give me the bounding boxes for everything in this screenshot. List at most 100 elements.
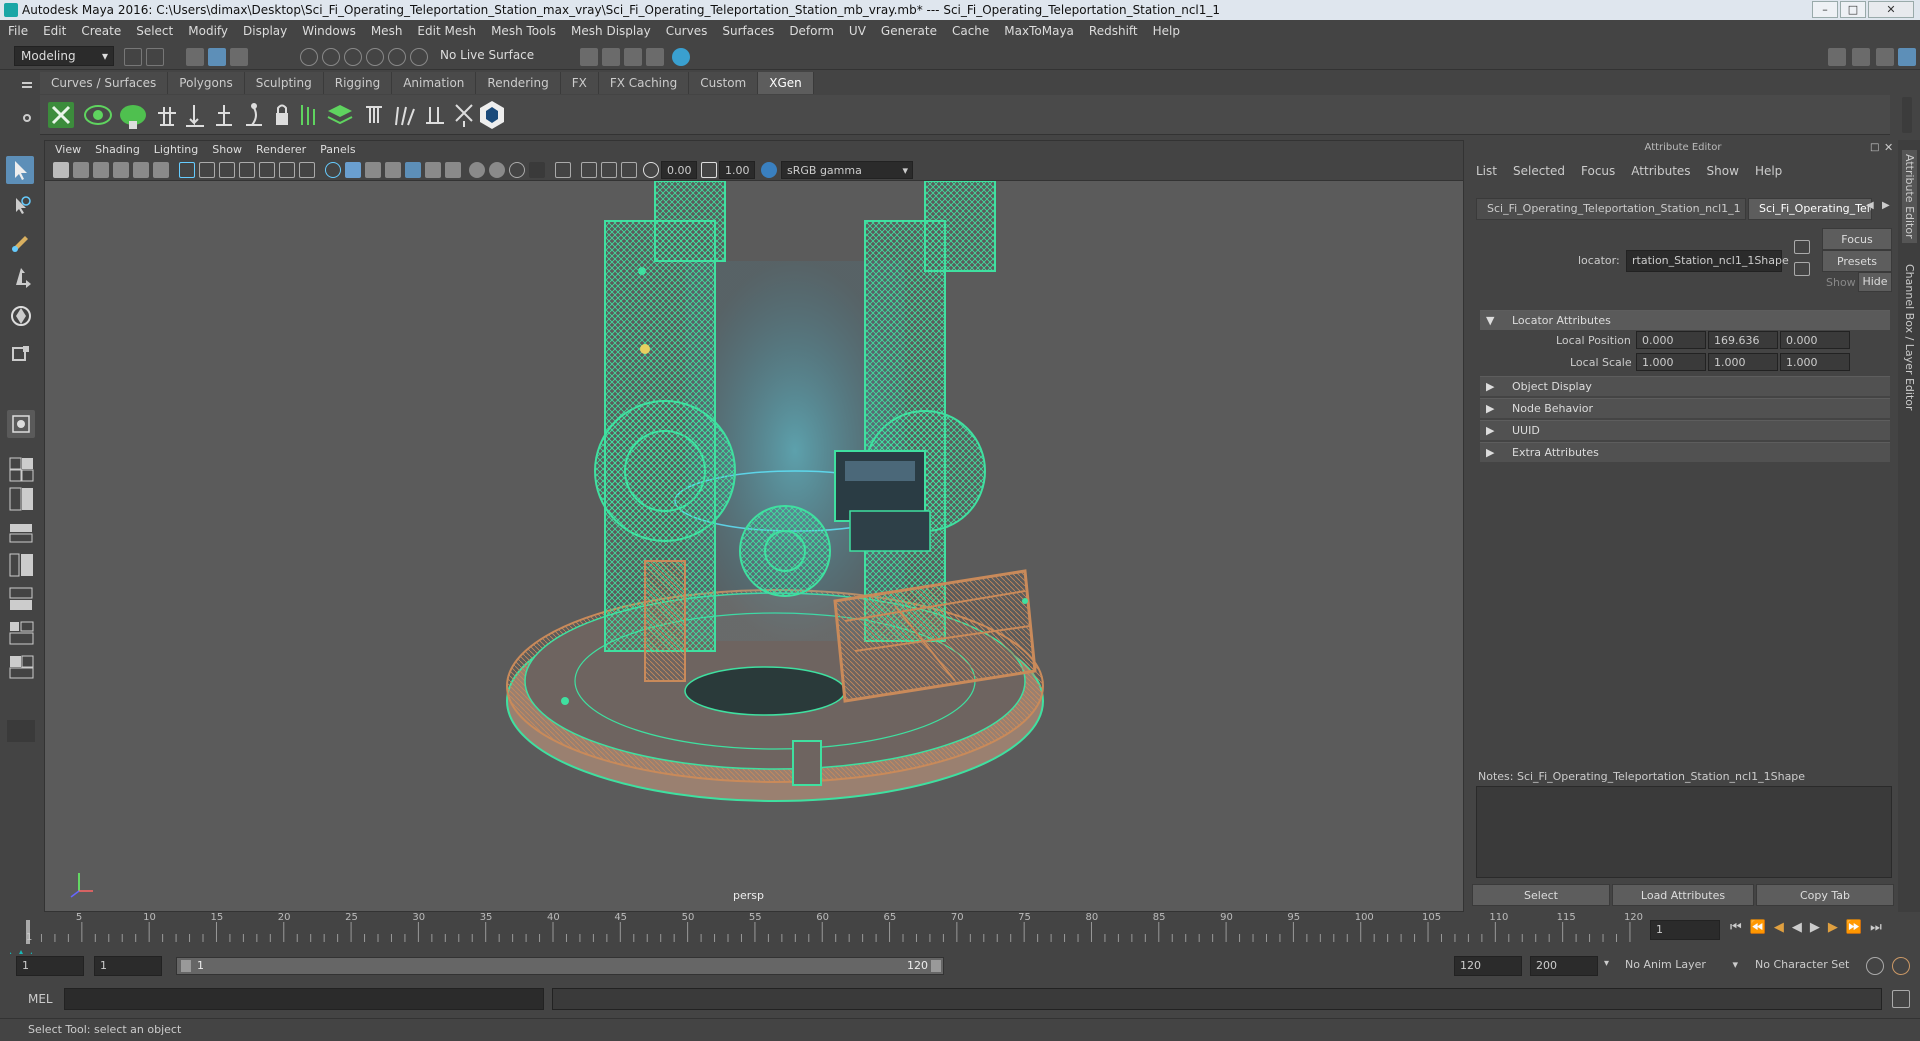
copy-tab-button[interactable]: Copy Tab: [1756, 884, 1894, 906]
safe-title-icon[interactable]: [299, 162, 315, 178]
uuid-section[interactable]: ▶ UUID: [1480, 420, 1890, 440]
local-scale-x-field[interactable]: 1.000: [1636, 353, 1706, 371]
select-button[interactable]: Select: [1472, 884, 1610, 906]
mel-label[interactable]: MEL: [28, 992, 53, 1006]
smooth-shade-icon[interactable]: [345, 162, 361, 178]
playback-end-field[interactable]: 120: [1454, 956, 1522, 976]
ae-menu-help[interactable]: Help: [1755, 164, 1782, 178]
xgen-noise-icon[interactable]: [455, 104, 473, 127]
shelf-tab-rigging[interactable]: Rigging: [323, 72, 393, 94]
menu-mesh[interactable]: Mesh: [371, 24, 403, 38]
snap-live-icon[interactable]: [388, 48, 406, 66]
menu-uv[interactable]: UV: [849, 24, 866, 38]
float-panel-icon[interactable]: □: [1870, 142, 1879, 153]
notes-textarea[interactable]: [1476, 786, 1892, 878]
range-slider[interactable]: 1 120: [176, 957, 944, 975]
ipr-render-icon[interactable]: [624, 48, 642, 66]
resolution-gate-icon[interactable]: [219, 162, 235, 178]
character-set-dropdown[interactable]: No Character Set: [1750, 956, 1870, 976]
gate-mask-icon[interactable]: [239, 162, 255, 178]
paint-select-tool-icon[interactable]: [7, 228, 35, 256]
viewport-menu-panels[interactable]: Panels: [320, 141, 355, 159]
menu-redshift[interactable]: Redshift: [1089, 24, 1138, 38]
render-view-icon[interactable]: [602, 48, 620, 66]
shelf-tab-fx-caching[interactable]: FX Caching: [598, 72, 690, 94]
select-input-icon[interactable]: [1794, 240, 1810, 254]
locator-attributes-section[interactable]: ▼ Locator Attributes: [1480, 310, 1890, 330]
xgen-add-guide-icon[interactable]: [186, 105, 204, 127]
render-layout-icon[interactable]: [7, 654, 35, 680]
xgen-lock-guides-icon[interactable]: [276, 104, 288, 126]
channel-box-toggle-icon[interactable]: [1898, 48, 1916, 66]
step-back-icon[interactable]: ⏪: [1750, 920, 1766, 935]
xgen-grab-icon[interactable]: [395, 106, 415, 126]
snap-grid-icon[interactable]: [300, 48, 318, 66]
close-button[interactable]: ✕: [1868, 1, 1914, 18]
viewport-menu-lighting[interactable]: Lighting: [154, 141, 198, 159]
go-to-start-icon[interactable]: ⏮: [1730, 920, 1742, 935]
tool-settings-icon[interactable]: [1876, 48, 1894, 66]
persp-outliner-layout-icon[interactable]: [7, 520, 35, 546]
xgen-guide-tool-icon[interactable]: [216, 105, 232, 126]
minimize-button[interactable]: –: [1812, 1, 1838, 18]
menu-surfaces[interactable]: Surfaces: [722, 24, 774, 38]
go-to-end-icon[interactable]: ⏭: [1870, 920, 1882, 935]
textured-icon[interactable]: [405, 162, 421, 178]
node-behavior-section[interactable]: ▶ Node Behavior: [1480, 398, 1890, 418]
outliner-layout-icon[interactable]: [7, 586, 35, 612]
move-tool-icon[interactable]: [7, 264, 35, 292]
playback-start-field[interactable]: 1: [94, 956, 162, 976]
show-manipulator-icon[interactable]: [7, 410, 35, 438]
snap-view-plane-icon[interactable]: [366, 48, 384, 66]
locator-name-field[interactable]: rtation_Station_ncl1_1Shape: [1626, 250, 1789, 272]
select-object-icon[interactable]: [208, 48, 226, 66]
shelf-menu-icon[interactable]: [14, 76, 40, 134]
single-perspective-layout-icon[interactable]: [7, 456, 35, 482]
menu-mesh-display[interactable]: Mesh Display: [571, 24, 651, 38]
local-scale-y-field[interactable]: 1.000: [1708, 353, 1778, 371]
motion-blur-icon[interactable]: [489, 162, 505, 178]
xgen-hex-tool-icon[interactable]: [480, 101, 504, 129]
shelf-tab-curves-surfaces[interactable]: Curves / Surfaces: [40, 72, 169, 94]
play-forward-icon[interactable]: ▶: [1810, 920, 1820, 935]
xray-joints-icon[interactable]: [601, 162, 617, 178]
range-start-handle[interactable]: [181, 960, 191, 972]
focus-button[interactable]: Focus: [1822, 228, 1892, 250]
hypershade-icon[interactable]: [672, 48, 690, 66]
shelf-tab-rendering[interactable]: Rendering: [476, 72, 561, 94]
snap-magnet-icon[interactable]: [410, 48, 428, 66]
select-output-icon[interactable]: [1794, 262, 1810, 276]
shelf-tab-custom[interactable]: Custom: [689, 72, 759, 94]
shadows-icon[interactable]: [445, 162, 461, 178]
animation-preferences-icon[interactable]: [1892, 957, 1910, 975]
hide-button[interactable]: Hide: [1858, 272, 1892, 292]
local-scale-z-field[interactable]: 1.000: [1780, 353, 1850, 371]
step-forward-key-icon[interactable]: ▶: [1828, 920, 1838, 935]
rotate-tool-icon[interactable]: [7, 302, 35, 330]
xgen-sculpt-guides-icon[interactable]: [246, 103, 262, 126]
shelf-tab-fx[interactable]: FX: [560, 72, 599, 94]
modeling-toolkit-icon[interactable]: [1828, 48, 1846, 66]
shelf-tab-polygons[interactable]: Polygons: [168, 72, 245, 94]
wireframe-on-shaded-icon[interactable]: [385, 162, 401, 178]
menu-select[interactable]: Select: [136, 24, 173, 38]
menu-generate[interactable]: Generate: [881, 24, 937, 38]
ae-menu-focus[interactable]: Focus: [1581, 164, 1615, 178]
xgen-cut-icon[interactable]: [426, 107, 444, 124]
ae-menu-attributes[interactable]: Attributes: [1631, 164, 1690, 178]
exposure-icon[interactable]: [643, 162, 659, 178]
xray-icon[interactable]: [581, 162, 597, 178]
xgen-editor-icon[interactable]: [48, 102, 74, 128]
viewport-canvas[interactable]: persp: [45, 181, 1463, 911]
play-backward-icon[interactable]: ◀: [1792, 920, 1802, 935]
lasso-tool-icon[interactable]: [7, 192, 35, 220]
gamma-icon[interactable]: [701, 162, 717, 178]
menu-file[interactable]: File: [8, 24, 28, 38]
menu-windows[interactable]: Windows: [302, 24, 356, 38]
time-slider[interactable]: 5 10 15 20 25 30 35 40 45 50 55 60 65 70 75 80 85 90 95 100…: [0, 912, 1920, 948]
local-position-x-field[interactable]: 0.000: [1636, 331, 1706, 349]
ae-menu-selected[interactable]: Selected: [1513, 164, 1565, 178]
menu-maxtomaya[interactable]: MaxToMaya: [1004, 24, 1074, 38]
snap-point-icon[interactable]: [344, 48, 362, 66]
ae-tab-transform[interactable]: Sci_Fi_Operating_Teleportation_Station_n…: [1476, 198, 1746, 220]
